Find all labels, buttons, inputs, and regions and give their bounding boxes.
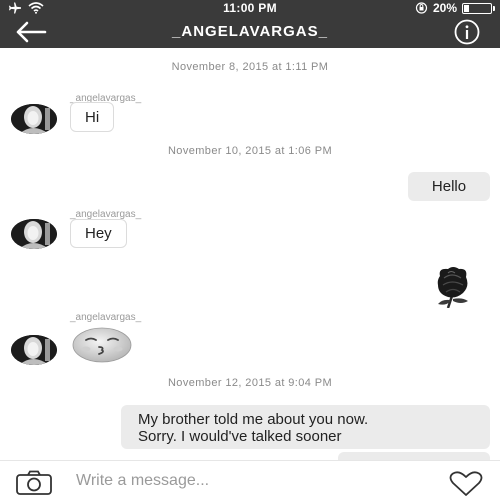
timestamp: November 10, 2015 at 1:06 PM	[167, 145, 333, 157]
battery-percent: 20%	[432, 1, 457, 15]
conversation-header: _ANGELAVARGAS_	[0, 16, 500, 48]
info-icon[interactable]	[454, 19, 480, 45]
avatar[interactable]	[11, 335, 57, 365]
direct-message-screen: 11:00 PM 20% _ANGELAVARGAS_ November 8, …	[0, 0, 500, 500]
conversation-title[interactable]: _ANGELAVARGAS_	[0, 23, 500, 40]
status-bar: 11:00 PM 20%	[0, 0, 500, 16]
avatar[interactable]	[11, 219, 57, 249]
battery-level-fill	[464, 4, 469, 12]
message-bubble-outgoing[interactable]: My brother told me about you now. Sorry.…	[121, 405, 490, 449]
message-text: Hey	[85, 225, 112, 242]
sender-name: _angelavargas_	[70, 312, 142, 323]
message-text: Hi	[85, 108, 100, 126]
message-composer	[0, 460, 500, 500]
battery-icon	[462, 2, 495, 14]
message-bubble-outgoing[interactable]: Hello	[408, 172, 490, 201]
message-input[interactable]	[76, 469, 376, 493]
message-text: Hello	[431, 178, 467, 195]
avatar-photo	[11, 219, 57, 249]
avatar[interactable]	[11, 104, 57, 134]
message-bubble-incoming[interactable]: Hey	[70, 219, 127, 248]
status-right-icons: 20%	[415, 1, 495, 15]
avatar-photo	[11, 335, 57, 365]
top-bar: 11:00 PM 20% _ANGELAVARGAS_	[0, 0, 500, 48]
heart-icon[interactable]	[448, 471, 484, 497]
avatar-photo	[11, 104, 57, 134]
kissing-face-emoji[interactable]	[72, 327, 132, 363]
timestamp: November 8, 2015 at 1:11 PM	[171, 61, 329, 73]
timestamp: November 12, 2015 at 9:04 PM	[167, 377, 333, 389]
message-text-line: Sorry. I would've talked sooner	[138, 428, 342, 445]
orientation-lock-icon	[415, 2, 428, 14]
message-text-line: My brother told me about you now.	[138, 411, 369, 428]
message-bubble-incoming[interactable]: Hi	[70, 102, 115, 132]
camera-icon[interactable]	[15, 470, 53, 496]
black-rose-sticker[interactable]	[428, 266, 478, 308]
